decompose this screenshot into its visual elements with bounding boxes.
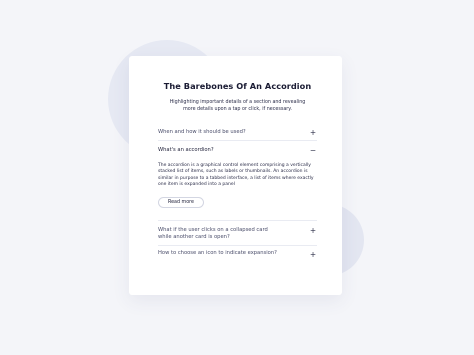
accordion-item-collapsed-click: What if the user clicks on a collapsed c… [158, 221, 317, 247]
accordion-item-choose-icon: How to choose an icon to indicate expans… [158, 246, 317, 262]
accordion-question: What if the user clicks on a collapsed c… [158, 227, 268, 241]
accordion-header-collapsed-click[interactable]: What if the user clicks on a collapsed c… [158, 227, 317, 241]
accordion-card: The Barebones Of An Accordion Highlighti… [129, 56, 342, 295]
accordion-header-whats-accordion[interactable]: What's an accordion? − [158, 147, 317, 155]
accordion-answer: The accordion is a graphical control ele… [158, 163, 314, 187]
accordion-question: When and how it should be used? [158, 128, 246, 135]
card-subtitle: Highlighting important details of a sect… [169, 100, 306, 113]
plus-icon[interactable]: + [309, 129, 317, 137]
accordion-item-when-how: When and how it should be used? + [158, 127, 317, 142]
accordion-header-choose-icon[interactable]: How to choose an icon to indicate expans… [158, 250, 317, 258]
read-more-button[interactable]: Read more [158, 197, 204, 209]
accordion-header-when-how[interactable]: When and how it should be used? + [158, 128, 317, 137]
accordion: When and how it should be used? + What's… [158, 127, 317, 263]
plus-icon[interactable]: + [309, 250, 317, 258]
accordion-question: How to choose an icon to indicate expans… [158, 250, 277, 257]
minus-icon[interactable]: − [309, 147, 317, 155]
accordion-item-whats-accordion: What's an accordion? − The accordion is … [158, 141, 317, 222]
accordion-panel: The accordion is a graphical control ele… [158, 154, 317, 216]
plus-icon[interactable]: + [309, 227, 317, 235]
card-title: The Barebones Of An Accordion [163, 81, 312, 91]
accordion-question: What's an accordion? [158, 147, 214, 154]
